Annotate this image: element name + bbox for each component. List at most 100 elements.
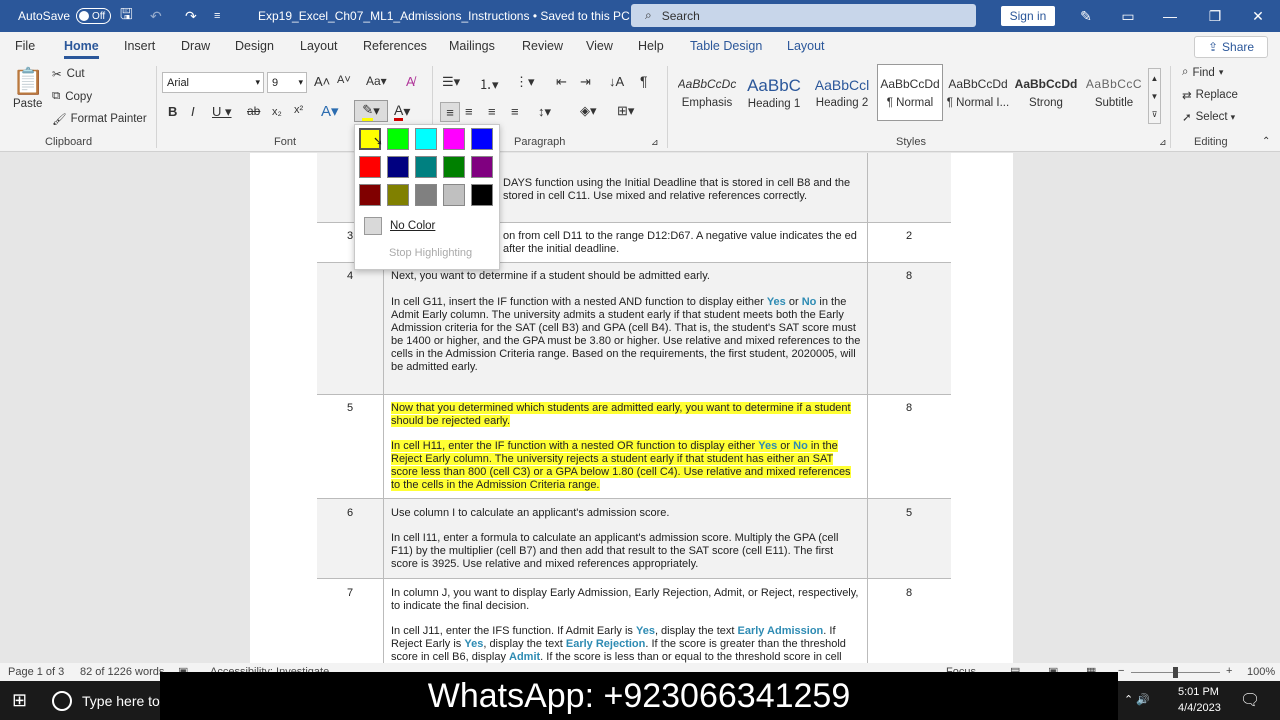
paragraph-launcher-icon[interactable]: ⊿	[651, 137, 659, 148]
color-swatch[interactable]	[443, 156, 465, 178]
tab-file[interactable]: File	[15, 39, 35, 53]
color-swatch[interactable]	[415, 156, 437, 178]
decrease-indent-icon[interactable]: ⇤	[556, 74, 567, 90]
grow-font-icon[interactable]: A˄	[314, 74, 330, 89]
tab-mailings[interactable]: Mailings	[449, 39, 495, 53]
borders-icon[interactable]: ⊞▾	[617, 103, 634, 119]
tab-table-layout[interactable]: Layout	[787, 39, 825, 53]
shrink-font-icon[interactable]: A˅	[337, 74, 351, 86]
multilevel-list-icon[interactable]: ⋮▾	[515, 74, 535, 90]
cut-button[interactable]: ✂ Cut	[52, 67, 85, 81]
tab-help[interactable]: Help	[638, 39, 664, 53]
autosave-toggle[interactable]: Off	[76, 8, 112, 24]
undo-icon[interactable]: ↶	[150, 0, 162, 32]
tab-table-design[interactable]: Table Design	[690, 39, 762, 53]
style-normal-indent[interactable]: AaBbCcDd ¶ Normal I...	[945, 64, 1011, 121]
tab-references[interactable]: References	[363, 39, 427, 53]
color-swatch[interactable]	[359, 156, 381, 178]
zoom-in-icon[interactable]: +	[1226, 665, 1232, 677]
ribbon-display-icon[interactable]: ▭	[1108, 0, 1148, 32]
font-color-icon[interactable]: A ▾	[394, 102, 410, 121]
tab-view[interactable]: View	[586, 39, 613, 53]
replace-button[interactable]: ⇄ Replace	[1182, 88, 1238, 102]
superscript-icon[interactable]: x²	[294, 104, 303, 116]
taskbar-search[interactable]: Type here to	[82, 693, 160, 709]
minimize-button[interactable]: —	[1150, 0, 1190, 32]
color-swatch[interactable]	[359, 184, 381, 206]
tab-layout[interactable]: Layout	[300, 39, 338, 53]
word-count[interactable]: 82 of 1226 words	[80, 666, 164, 678]
notifications-icon[interactable]: 🗨	[1240, 690, 1260, 710]
clock-date[interactable]: 4/4/2023	[1178, 702, 1221, 714]
underline-icon[interactable]: U ▾	[212, 104, 232, 120]
text-effects-icon[interactable]: A▾	[321, 102, 339, 120]
change-case-icon[interactable]: Aa▾	[366, 74, 387, 88]
paste-button[interactable]: Paste	[13, 98, 42, 110]
save-icon[interactable]: 🖫	[120, 0, 133, 32]
tab-insert[interactable]: Insert	[124, 39, 155, 53]
align-center-icon[interactable]: ≡	[465, 104, 473, 119]
pen-icon[interactable]: ✎	[1066, 0, 1106, 32]
highlight-color-button[interactable]: ✎ ▾	[354, 100, 388, 122]
bullets-icon[interactable]: ☰▾	[442, 74, 460, 90]
color-swatch[interactable]	[443, 128, 465, 150]
show-formatting-marks-icon[interactable]: ¶	[640, 73, 648, 89]
color-swatch[interactable]	[415, 184, 437, 206]
find-button[interactable]: ⌕ Find ▾	[1182, 66, 1223, 79]
select-button[interactable]: ➚ Select ▾	[1182, 110, 1235, 124]
tray-icons[interactable]: ⌃ 🔊	[1124, 693, 1150, 706]
style-heading-2[interactable]: AaBbCcl Heading 2	[809, 64, 875, 121]
shading-icon[interactable]: ◈▾	[580, 103, 597, 119]
numbering-icon[interactable]: ⒈▾	[479, 74, 499, 93]
color-swatch[interactable]	[387, 184, 409, 206]
search-circle-icon[interactable]	[52, 691, 72, 711]
italic-icon[interactable]: I	[191, 104, 195, 119]
color-swatch[interactable]	[415, 128, 437, 150]
color-swatch[interactable]	[471, 128, 493, 150]
stop-highlighting-option[interactable]: Stop Highlighting	[389, 247, 472, 259]
zoom-out-icon[interactable]: −	[1118, 665, 1124, 677]
font-size-box[interactable]: 9 ▾	[267, 72, 307, 93]
font-name-box[interactable]: Arial ▾	[162, 72, 264, 93]
styles-scroll[interactable]: ▲ ▼ ⊽	[1148, 68, 1161, 124]
autosave-control[interactable]: AutoSave Off	[18, 0, 112, 32]
line-spacing-icon[interactable]: ↕▾	[538, 104, 551, 120]
search-box[interactable]: ⌕ Search	[631, 4, 976, 27]
color-swatch[interactable]	[471, 184, 493, 206]
paste-icon[interactable]: 📋	[12, 66, 44, 97]
tab-home[interactable]: Home	[64, 39, 99, 59]
increase-indent-icon[interactable]: ⇥	[580, 74, 591, 90]
style-emphasis[interactable]: AaBbCcDc Emphasis	[674, 64, 740, 121]
justify-icon[interactable]: ≡	[511, 104, 519, 119]
zoom-level[interactable]: 100%	[1247, 666, 1275, 678]
styles-launcher-icon[interactable]: ⊿	[1159, 137, 1167, 148]
align-left-icon[interactable]: ≡	[440, 102, 460, 122]
tab-design[interactable]: Design	[235, 39, 274, 53]
close-button[interactable]: ✕	[1238, 0, 1278, 32]
color-swatch[interactable]	[443, 184, 465, 206]
color-swatch[interactable]	[387, 128, 409, 150]
style-heading-1[interactable]: AaBbC Heading 1	[741, 64, 807, 121]
zoom-slider-thumb[interactable]	[1173, 667, 1178, 678]
strikethrough-icon[interactable]: ab	[247, 104, 260, 118]
clock-time[interactable]: 5:01 PM	[1178, 686, 1219, 698]
share-button[interactable]: ⇪ Share	[1194, 36, 1268, 58]
copy-button[interactable]: ⧉ Copy	[52, 90, 92, 103]
color-swatch[interactable]	[471, 156, 493, 178]
style-normal[interactable]: AaBbCcDd ¶ Normal	[877, 64, 943, 121]
bold-icon[interactable]: B	[168, 104, 177, 119]
color-swatch[interactable]	[387, 156, 409, 178]
tab-review[interactable]: Review	[522, 39, 563, 53]
format-painter-button[interactable]: 🖌 Format Painter	[52, 112, 147, 126]
tab-draw[interactable]: Draw	[181, 39, 210, 53]
style-strong[interactable]: AaBbCcDd Strong	[1013, 64, 1079, 121]
no-color-option[interactable]: No Color	[358, 215, 496, 237]
align-right-icon[interactable]: ≡	[488, 104, 496, 119]
style-subtitle[interactable]: AaBbCcC Subtitle	[1081, 64, 1147, 121]
sign-in-button[interactable]: Sign in	[1001, 6, 1055, 26]
windows-start-icon[interactable]: ⊞	[12, 690, 27, 711]
page-count[interactable]: Page 1 of 3	[8, 666, 64, 678]
sort-icon[interactable]: ↓A	[609, 74, 624, 89]
collapse-ribbon-icon[interactable]: ⌃	[1262, 136, 1270, 147]
quick-access-menu-icon[interactable]: ≡	[214, 0, 220, 32]
